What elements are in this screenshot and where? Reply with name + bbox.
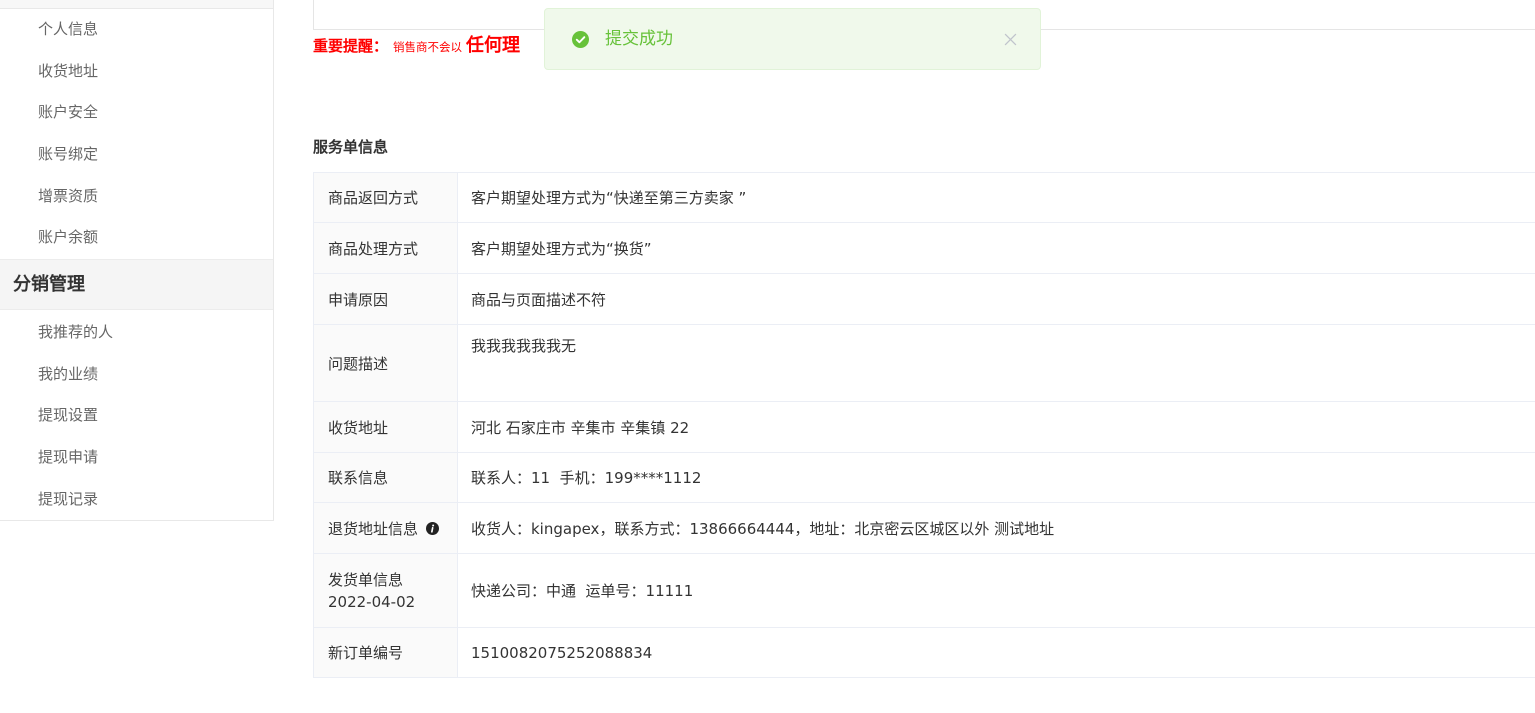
row-value: 收货人：kingapex，联系方式：13866664444，地址：北京密云区城区…	[471, 519, 1055, 538]
sidebar-item-withdraw-settings[interactable]: 提现设置	[0, 395, 273, 437]
service-order-table: 商品返回方式 客户期望处理方式为“快递至第三方卖家 ” 商品处理方式 客户期望处…	[313, 172, 1535, 678]
row-value: 我我我我我我无	[471, 337, 577, 355]
row-label: 申请原因	[314, 274, 458, 324]
row-value: 1510082075252088834	[471, 643, 653, 662]
sidebar-item-account-security[interactable]: 账户安全	[0, 92, 273, 134]
sidebar-item-my-performance[interactable]: 我的业绩	[0, 354, 273, 396]
notice-text: 销售商不会以	[393, 40, 463, 54]
row-value: 客户期望处理方式为“快递至第三方卖家 ”	[471, 189, 747, 207]
row-label: 商品处理方式	[314, 223, 458, 273]
row-value: 河北 石家庄市 辛集市 辛集镇 22	[471, 418, 690, 437]
row-label: 联系信息	[314, 453, 458, 502]
check-circle-icon	[572, 31, 589, 48]
row-label: 退货地址信息	[314, 503, 458, 553]
table-row: 商品返回方式 客户期望处理方式为“快递至第三方卖家 ”	[314, 173, 1535, 223]
table-row: 收货地址 河北 石家庄市 辛集市 辛集镇 22	[314, 402, 1535, 453]
row-label-date: 2022-04-02	[328, 592, 416, 611]
info-icon[interactable]	[426, 521, 440, 535]
table-row: 联系信息 联系人：11 手机：199****1112	[314, 453, 1535, 503]
toast-message: 提交成功	[605, 29, 673, 49]
close-icon[interactable]	[1004, 33, 1017, 46]
row-value: 客户期望处理方式为“换货”	[471, 239, 652, 258]
table-row: 新订单编号 1510082075252088834	[314, 628, 1535, 678]
row-label: 问题描述	[314, 325, 458, 401]
sidebar-item-vat-invoice[interactable]: 增票资质	[0, 176, 273, 218]
table-row: 申请原因 商品与页面描述不符	[314, 274, 1535, 325]
row-label: 商品返回方式	[314, 173, 458, 222]
sidebar-item-my-referrals[interactable]: 我推荐的人	[0, 312, 273, 354]
sidebar-item-shipping-address[interactable]: 收货地址	[0, 51, 273, 93]
row-label: 新订单编号	[314, 628, 458, 677]
sidebar-item-profile[interactable]: 个人信息	[0, 9, 273, 51]
row-value: 快递公司：中通 运单号：11111	[471, 582, 694, 600]
sidebar-group-title-distribution: 分销管理	[0, 259, 273, 310]
sidebar-item-balance[interactable]: 账户余额	[0, 217, 273, 259]
row-label-text: 发货单信息	[328, 570, 404, 589]
important-notice: 重要提醒： 销售商不会以 任何理	[313, 35, 520, 57]
sidebar-item-account-binding[interactable]: 账号绑定	[0, 134, 273, 176]
success-toast: 提交成功	[544, 8, 1041, 70]
section-title: 服务单信息	[313, 138, 389, 156]
row-value: 商品与页面描述不符	[471, 290, 607, 309]
sidebar-distribution-list: 我推荐的人 我的业绩 提现设置 提现申请 提现记录	[0, 312, 273, 520]
row-label: 发货单信息 2022-04-02	[314, 554, 458, 627]
table-row: 退货地址信息 收货人：kingapex，联系方式：13866664444，地址：…	[314, 503, 1535, 554]
sidebar-group-header-account	[0, 0, 273, 9]
row-value: 联系人：11 手机：199****1112	[471, 469, 702, 487]
row-label: 收货地址	[314, 402, 458, 452]
table-row: 问题描述 我我我我我我无	[314, 325, 1535, 402]
notice-label: 重要提醒：	[313, 37, 389, 55]
sidebar-item-withdraw-request[interactable]: 提现申请	[0, 437, 273, 479]
notice-emphasis: 任何理	[466, 35, 521, 56]
sidebar-item-withdraw-records[interactable]: 提现记录	[0, 479, 273, 521]
table-row: 商品处理方式 客户期望处理方式为“换货”	[314, 223, 1535, 274]
table-row: 发货单信息 2022-04-02 快递公司：中通 运单号：11111	[314, 554, 1535, 628]
row-label-text: 退货地址信息	[328, 519, 419, 538]
sidebar-account-list: 个人信息 收货地址 账户安全 账号绑定 增票资质 账户余额	[0, 9, 273, 259]
sidebar: 个人信息 收货地址 账户安全 账号绑定 增票资质 账户余额 分销管理 我推荐的人…	[0, 0, 274, 521]
